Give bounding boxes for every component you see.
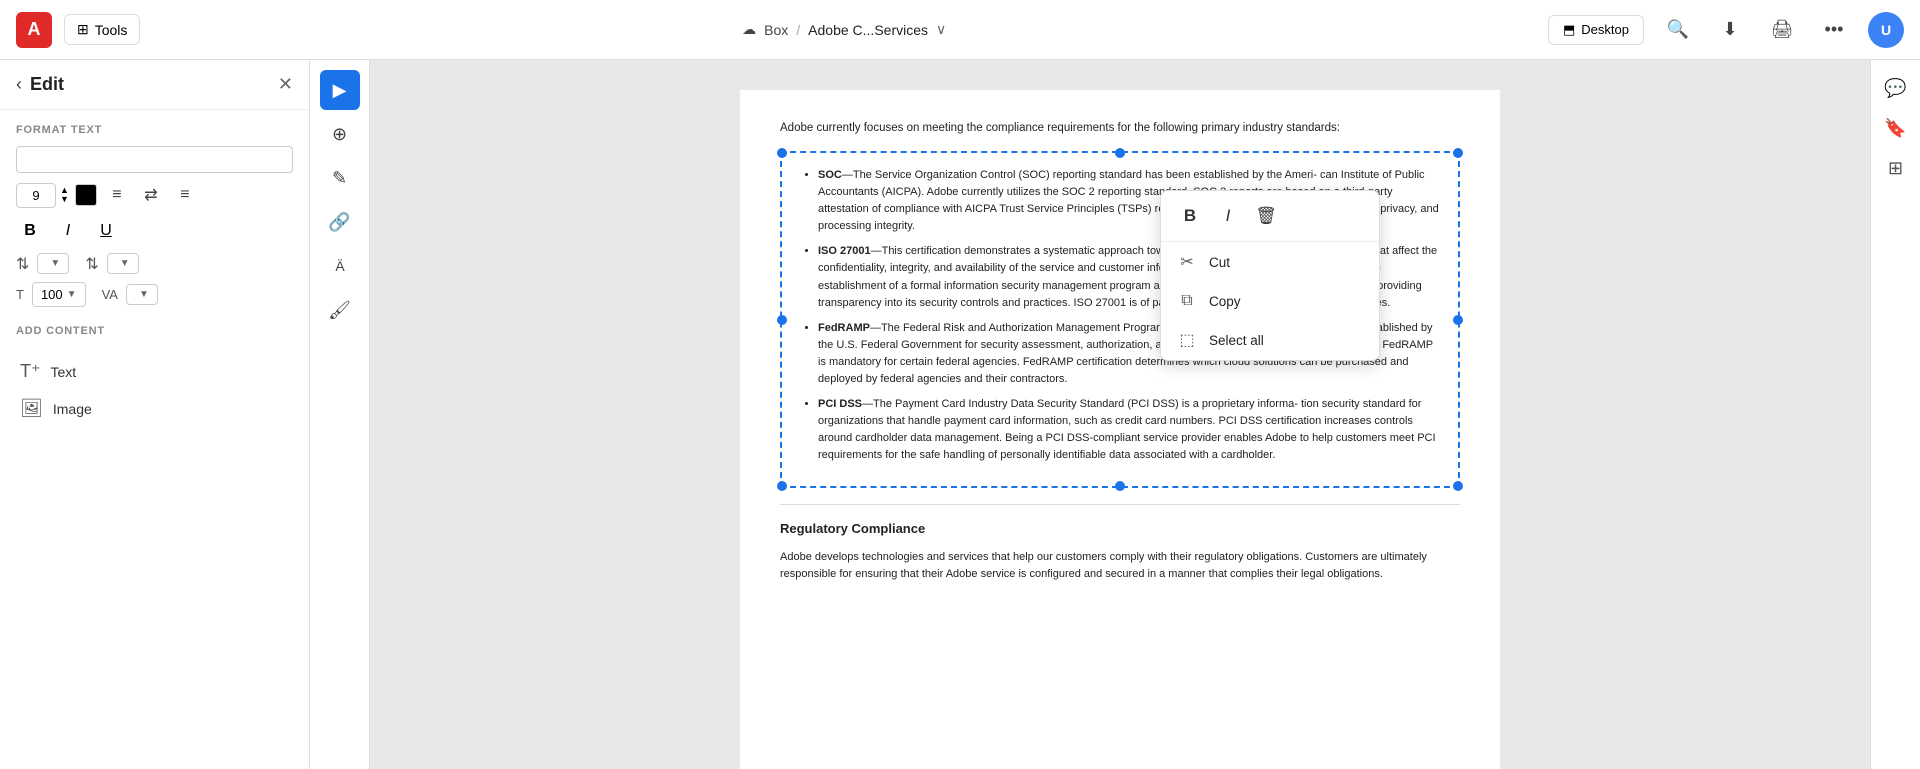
italic-button[interactable]: I bbox=[54, 217, 82, 245]
resize-handle-ml[interactable] bbox=[777, 315, 787, 325]
resize-handle-tr[interactable] bbox=[1453, 148, 1463, 158]
select-all-label: Select all bbox=[1209, 333, 1264, 348]
print-button[interactable]: 🖨 bbox=[1764, 12, 1800, 48]
toolbar-strip: ▶ ⊕ ✎ 🔗 Ä 🖌 bbox=[310, 60, 370, 769]
grid-icon: ⊞ bbox=[77, 21, 89, 38]
intro-text: Adobe currently focuses on meeting the c… bbox=[780, 120, 1460, 137]
format-controls-row: 9 ▲ ▼ ≡ ⇄ ≡ bbox=[0, 177, 309, 213]
add-image-button[interactable]: 🖼 Image bbox=[0, 390, 309, 427]
ctx-bold-button[interactable]: B bbox=[1173, 199, 1207, 233]
scale-select[interactable]: 100 ▼ bbox=[32, 282, 86, 307]
topbar: A ⊞ Tools ☁ Box / Adobe C...Services ∨ ⬒… bbox=[0, 0, 1920, 60]
ordered-list-button[interactable]: ⇄ bbox=[137, 181, 165, 209]
close-button[interactable]: ✕ bbox=[278, 74, 293, 95]
select-all-menu-item[interactable]: ⬚ Select all bbox=[1161, 320, 1379, 360]
resize-handle-br[interactable] bbox=[1453, 481, 1463, 491]
list-item: PCI DSS—The Payment Card Industry Data S… bbox=[818, 396, 1442, 464]
font-family-row bbox=[0, 142, 309, 177]
context-menu: B I 🗑 ✂ Cut ⧉ Copy ⬚ Select all bbox=[1160, 190, 1380, 361]
para-spacing-select[interactable]: ▼ bbox=[107, 253, 139, 274]
font-family-select[interactable] bbox=[16, 146, 293, 173]
para-spacing-icon: ⇅ bbox=[85, 254, 98, 274]
avatar[interactable]: U bbox=[1868, 12, 1904, 48]
left-panel: ‹ Edit ✕ FORMAT TEXT 9 ▲ ▼ ≡ ⇄ ≡ bbox=[0, 60, 310, 769]
doc-name-label[interactable]: Adobe C...Services bbox=[808, 22, 928, 38]
bold-button[interactable]: B bbox=[16, 217, 44, 245]
bookmark-button[interactable]: 🔖 bbox=[1878, 110, 1914, 146]
color-picker[interactable] bbox=[75, 184, 97, 206]
scale-row: T 100 ▼ VA ▼ bbox=[0, 278, 309, 311]
scale-icon: T bbox=[16, 287, 24, 302]
add-text-button[interactable]: T⁺ Text bbox=[0, 353, 309, 390]
char-spacing-icon: VA bbox=[102, 287, 118, 302]
select-tool-button[interactable]: ▶ bbox=[320, 70, 360, 110]
adobe-logo[interactable]: A bbox=[16, 12, 52, 48]
add-content-label: ADD CONTENT bbox=[0, 311, 309, 343]
font-size-group: 9 ▲ ▼ bbox=[16, 183, 69, 208]
select-all-icon: ⬚ bbox=[1177, 330, 1197, 350]
copy-icon: ⧉ bbox=[1177, 292, 1197, 310]
topbar-right: ⬒ Desktop 🔍 ⬇ 🖨 ••• U bbox=[1548, 12, 1904, 48]
format-text-label: FORMAT TEXT bbox=[0, 110, 309, 142]
resize-handle-tl[interactable] bbox=[777, 148, 787, 158]
add-text-tool-button[interactable]: ⊕ bbox=[320, 114, 360, 154]
doc-page: Adobe currently focuses on meeting the c… bbox=[740, 90, 1500, 769]
cloud-icon: ☁ bbox=[742, 21, 756, 38]
copy-label: Copy bbox=[1209, 294, 1241, 309]
line-spacing-select[interactable]: ▼ bbox=[37, 253, 69, 274]
left-panel-header: ‹ Edit ✕ bbox=[0, 60, 309, 110]
desktop-button[interactable]: ⬒ Desktop bbox=[1548, 15, 1644, 45]
location-label[interactable]: Box bbox=[764, 22, 788, 38]
add-content-section: T⁺ Text 🖼 Image bbox=[0, 343, 309, 437]
regulatory-title: Regulatory Compliance bbox=[780, 504, 1460, 539]
context-menu-toolbar: B I 🗑 bbox=[1161, 191, 1379, 242]
ctx-delete-button[interactable]: 🗑 bbox=[1249, 199, 1283, 233]
add-text-label: Text bbox=[51, 364, 77, 380]
breadcrumb-chevron[interactable]: ∨ bbox=[936, 21, 946, 38]
cut-menu-item[interactable]: ✂ Cut bbox=[1161, 242, 1379, 282]
breadcrumb: ☁ Box / Adobe C...Services ∨ bbox=[152, 21, 1536, 38]
grid-view-button[interactable]: ⊞ bbox=[1878, 150, 1914, 186]
doc-area: Adobe currently focuses on meeting the c… bbox=[370, 60, 1870, 769]
text-add-icon: T⁺ bbox=[20, 361, 41, 382]
link-tool-button[interactable]: 🔗 bbox=[320, 202, 360, 242]
text-style-row: B I U bbox=[0, 213, 309, 249]
char-spacing-select[interactable]: ▼ bbox=[126, 284, 158, 305]
text-box-tool-button[interactable]: Ä bbox=[320, 246, 360, 286]
paint-tool-button[interactable]: 🖌 bbox=[320, 290, 360, 330]
ctx-italic-button[interactable]: I bbox=[1211, 199, 1245, 233]
font-size-stepper[interactable]: ▲ ▼ bbox=[60, 186, 69, 204]
cut-label: Cut bbox=[1209, 255, 1230, 270]
add-image-label: Image bbox=[53, 401, 92, 417]
unordered-list-button[interactable]: ≡ bbox=[103, 181, 131, 209]
resize-handle-bl[interactable] bbox=[777, 481, 787, 491]
search-button[interactable]: 🔍 bbox=[1660, 12, 1696, 48]
resize-handle-bc[interactable] bbox=[1115, 481, 1125, 491]
edit-tool-button[interactable]: ✎ bbox=[320, 158, 360, 198]
resize-handle-tc[interactable] bbox=[1115, 148, 1125, 158]
line-spacing-row: ⇅ ▼ ⇅ ▼ bbox=[0, 249, 309, 278]
download-button[interactable]: ⬇ bbox=[1712, 12, 1748, 48]
more-button[interactable]: ••• bbox=[1816, 12, 1852, 48]
copy-menu-item[interactable]: ⧉ Copy bbox=[1161, 282, 1379, 320]
cut-icon: ✂ bbox=[1177, 252, 1197, 272]
font-size-input[interactable]: 9 bbox=[16, 183, 56, 208]
desktop-icon: ⬒ bbox=[1563, 22, 1575, 38]
comment-button[interactable]: 💬 bbox=[1878, 70, 1914, 106]
underline-button[interactable]: U bbox=[92, 217, 120, 245]
resize-handle-mr[interactable] bbox=[1453, 315, 1463, 325]
tools-button[interactable]: ⊞ Tools bbox=[64, 14, 140, 45]
main-layout: ‹ Edit ✕ FORMAT TEXT 9 ▲ ▼ ≡ ⇄ ≡ bbox=[0, 60, 1920, 769]
text-align-button[interactable]: ≡ bbox=[171, 181, 199, 209]
back-button[interactable]: ‹ bbox=[16, 74, 22, 95]
regulatory-text: Adobe develops technologies and services… bbox=[780, 549, 1460, 584]
regulatory-section: Regulatory Compliance Adobe develops tec… bbox=[780, 504, 1460, 584]
image-add-icon: 🖼 bbox=[20, 398, 43, 419]
right-panel: 💬 🔖 ⊞ bbox=[1870, 60, 1920, 769]
line-spacing-icon: ⇅ bbox=[16, 254, 29, 274]
panel-title: Edit bbox=[30, 74, 64, 95]
